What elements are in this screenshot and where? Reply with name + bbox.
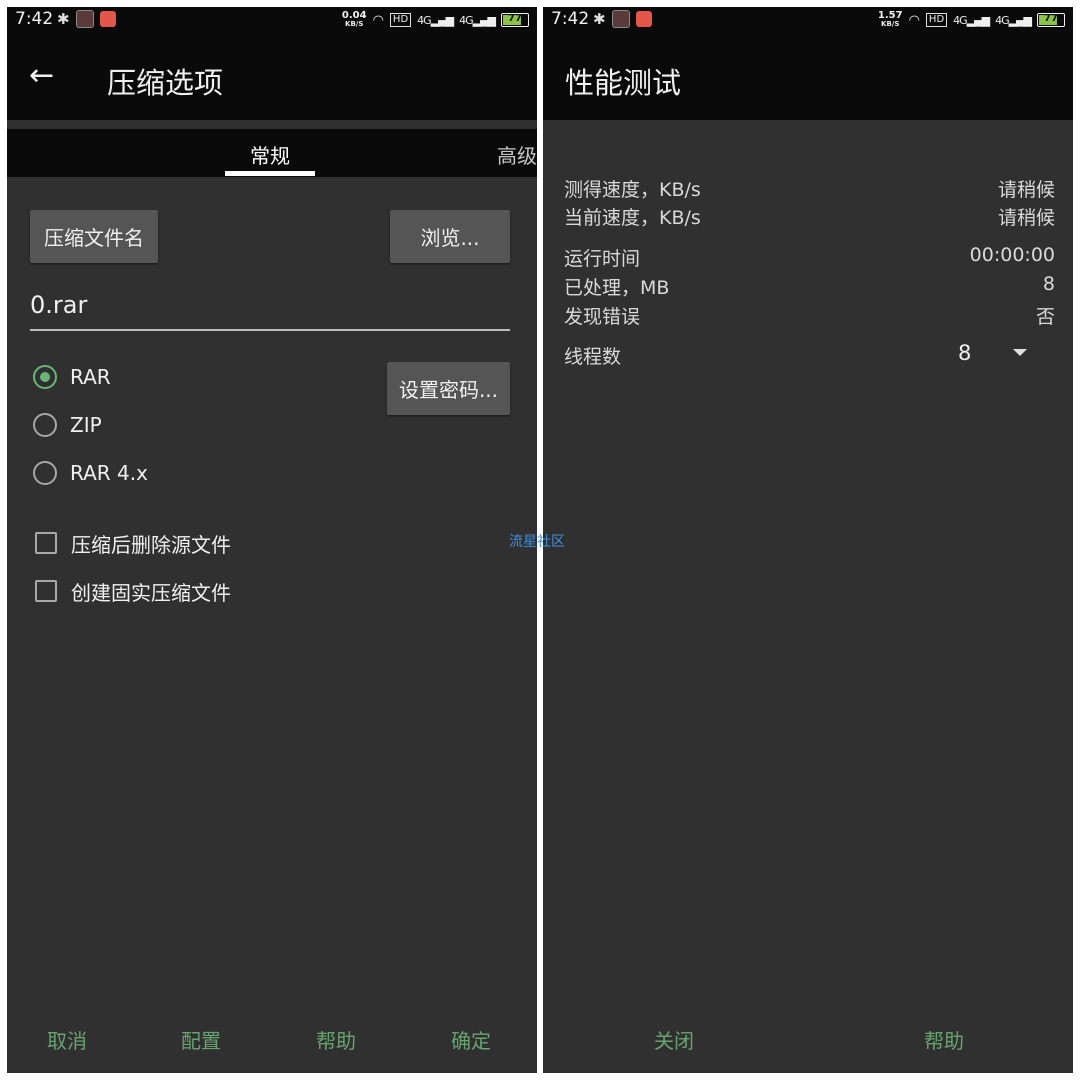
format-option-zip[interactable]: ZIP (33, 409, 102, 441)
app-notification-icon-2 (635, 11, 652, 27)
current-speed-value: 请稍候 (997, 207, 1055, 229)
help-button[interactable]: 帮助 (316, 1025, 356, 1054)
dropdown-caret-icon[interactable] (1013, 349, 1027, 356)
wifi-icon: ◠ (372, 12, 384, 28)
radio-selected-icon[interactable] (33, 365, 57, 389)
measured-speed-value: 请稍候 (997, 179, 1055, 201)
format-option-rar4[interactable]: RAR 4.x (33, 457, 148, 489)
signal-icon: 4G▂▄▆ (953, 13, 990, 27)
status-time: 7:42 (15, 9, 54, 29)
app-bar: ← 压缩选项 (7, 33, 537, 120)
elapsed-time-value: 00:00:00 (969, 244, 1055, 266)
app-notification-icon-2 (99, 11, 116, 27)
page-title: 性能测试 (565, 66, 682, 100)
format-label: RAR 4.x (70, 461, 148, 485)
help-button[interactable]: 帮助 (924, 1025, 964, 1054)
signal-icon-2: 4G▂▄▆ (995, 13, 1032, 27)
option-label: 创建固实压缩文件 (71, 580, 231, 605)
app-notification-icon (75, 10, 94, 28)
battery-icon: 77 (501, 13, 529, 27)
signal-icon-2: 4G▂▄▆ (459, 13, 496, 27)
ok-button[interactable]: 确定 (451, 1025, 491, 1054)
processed-value: 8 (1042, 273, 1055, 295)
status-time: 7:42 (551, 9, 590, 29)
radio-icon[interactable] (33, 413, 57, 437)
compression-options-screen: 7:42 ✱ 0.04 KB/S ◠ HD 4G▂▄▆ 4G▂▄▆ 77 ← 压缩… (7, 7, 537, 1073)
checkbox-icon[interactable] (35, 532, 57, 554)
tab-advanced[interactable]: 高级 (497, 140, 537, 169)
hd-icon: HD (925, 13, 948, 27)
app-notification-icon (611, 10, 630, 28)
elapsed-time-label: 运行时间 (564, 248, 641, 270)
errors-value: 否 (1035, 306, 1055, 328)
set-password-button[interactable]: 设置密码... (387, 362, 510, 415)
battery-icon: 77 (1037, 13, 1065, 27)
signal-icon: 4G▂▄▆ (417, 13, 454, 27)
current-speed-label: 当前速度，KB/s (564, 207, 701, 229)
hd-icon: HD (389, 13, 412, 27)
cancel-button[interactable]: 取消 (47, 1025, 87, 1054)
tab-bar: 常规 高级 (7, 129, 537, 177)
format-label: ZIP (70, 413, 102, 437)
close-button[interactable]: 关闭 (654, 1025, 694, 1054)
processed-label: 已处理，MB (564, 277, 670, 299)
config-button[interactable]: 配置 (181, 1025, 221, 1054)
measured-speed-label: 测得速度，KB/s (564, 179, 701, 201)
checkbox-icon[interactable] (35, 580, 57, 602)
network-speed: 0.04 KB/S (341, 10, 367, 29)
archive-name-value: 0.rar (30, 291, 88, 319)
option-delete-source[interactable]: 压缩后删除源文件 (35, 527, 231, 559)
app-bar: 性能测试 (543, 33, 1073, 120)
status-bar: 7:42 ✱ 1.57 KB/S ◠ HD 4G▂▄▆ 4G▂▄▆ 77 (543, 7, 1073, 33)
network-speed: 1.57 KB/S (877, 10, 903, 29)
errors-label: 发现错误 (564, 306, 641, 328)
wifi-icon: ◠ (908, 12, 920, 28)
archive-name-button[interactable]: 压缩文件名 (30, 210, 158, 263)
radio-icon[interactable] (33, 461, 57, 485)
tab-general[interactable]: 常规 (250, 140, 290, 169)
option-solid-archive[interactable]: 创建固实压缩文件 (35, 575, 231, 607)
page-title: 压缩选项 (107, 66, 224, 100)
threads-label: 线程数 (564, 346, 622, 368)
back-arrow-icon[interactable]: ← (29, 61, 54, 91)
archive-name-field[interactable]: 0.rar (30, 289, 510, 331)
bluetooth-icon: ✱ (57, 10, 70, 28)
option-label: 压缩后删除源文件 (71, 532, 231, 557)
benchmark-screen: 7:42 ✱ 1.57 KB/S ◠ HD 4G▂▄▆ 4G▂▄▆ 77 性能测试… (543, 7, 1073, 1073)
browse-button[interactable]: 浏览... (390, 210, 510, 263)
format-label: RAR (70, 365, 111, 389)
bluetooth-icon: ✱ (593, 10, 606, 28)
format-option-rar[interactable]: RAR (33, 361, 111, 393)
threads-select[interactable]: 8 (958, 341, 971, 365)
watermark: 流星社区 (509, 534, 565, 550)
status-bar: 7:42 ✱ 0.04 KB/S ◠ HD 4G▂▄▆ 4G▂▄▆ 77 (7, 7, 537, 33)
tab-indicator (225, 171, 315, 176)
